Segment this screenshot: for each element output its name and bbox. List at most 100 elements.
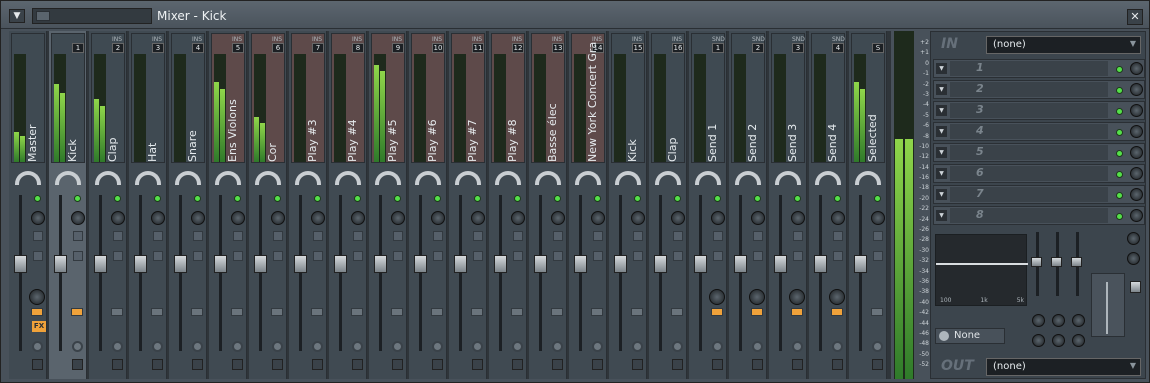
pan-knob[interactable]: [551, 211, 565, 225]
volume-fader-track[interactable]: [459, 195, 462, 351]
fx-slot-number[interactable]: 7: [950, 187, 1108, 202]
swap-button[interactable]: [433, 251, 443, 261]
clock-icon[interactable]: [472, 341, 483, 352]
swap-button[interactable]: [353, 251, 363, 261]
volume-fader-track[interactable]: [619, 195, 622, 351]
swap-button[interactable]: [233, 251, 243, 261]
volume-fader-cap[interactable]: [534, 255, 547, 273]
pan-knob[interactable]: [111, 211, 125, 225]
pan-knob[interactable]: [631, 211, 645, 225]
pan-knob[interactable]: [751, 211, 765, 225]
close-icon[interactable]: ✕: [1127, 9, 1143, 25]
mute-led[interactable]: [834, 195, 841, 202]
track-header[interactable]: S Selected: [851, 33, 885, 163]
swap-button[interactable]: [393, 251, 403, 261]
mute-led[interactable]: [594, 195, 601, 202]
pan-knob[interactable]: [871, 211, 885, 225]
swap-button[interactable]: [33, 251, 43, 261]
save-icon[interactable]: [232, 359, 243, 370]
pan-knob[interactable]: [591, 211, 605, 225]
title-bar[interactable]: ▼ Mixer - Kick ✕: [1, 1, 1149, 29]
send-level-knob[interactable]: [829, 289, 845, 305]
clock-icon[interactable]: [592, 341, 603, 352]
volume-fader-track[interactable]: [19, 195, 22, 351]
clock-icon[interactable]: [232, 341, 243, 352]
stereo-separation-arc[interactable]: [375, 171, 401, 185]
stereo-separation-arc[interactable]: [15, 171, 41, 185]
swap-button[interactable]: [633, 251, 643, 261]
mute-led[interactable]: [314, 195, 321, 202]
track-header[interactable]: INS 9 Play #5: [371, 33, 405, 163]
track-header[interactable]: INS 11 Play #7: [451, 33, 485, 163]
output-select[interactable]: (none) ▼: [986, 358, 1141, 376]
save-icon[interactable]: [552, 359, 563, 370]
mixer-track[interactable]: INS 5 Ens Violons: [209, 31, 247, 379]
route-button[interactable]: [831, 308, 843, 316]
pan-knob[interactable]: [191, 211, 205, 225]
volume-fader-cap[interactable]: [14, 255, 27, 273]
stereo-separation-arc[interactable]: [655, 171, 681, 185]
arrow-down-icon[interactable]: ▼: [936, 147, 947, 158]
volume-fader-track[interactable]: [59, 195, 62, 351]
fx-slot-enable-led[interactable]: [1116, 87, 1123, 94]
clock-icon[interactable]: [512, 341, 523, 352]
pan-knob[interactable]: [831, 211, 845, 225]
swap-button[interactable]: [673, 251, 683, 261]
stereo-button[interactable]: [273, 231, 283, 241]
volume-fader-cap[interactable]: [854, 255, 867, 273]
fx-slot-enable-led[interactable]: [1116, 213, 1123, 220]
mute-led[interactable]: [234, 195, 241, 202]
save-icon[interactable]: [72, 359, 83, 370]
fx-slot-number[interactable]: 1: [950, 61, 1108, 76]
route-button[interactable]: [511, 308, 523, 316]
track-header[interactable]: INS 8 Play #4: [331, 33, 365, 163]
save-icon[interactable]: [592, 359, 603, 370]
stereo-button[interactable]: [153, 231, 163, 241]
track-header[interactable]: SND 4 Send 4: [811, 33, 845, 163]
mute-led[interactable]: [154, 195, 161, 202]
mixer-track[interactable]: INS 12 Play #8: [489, 31, 527, 379]
mute-led[interactable]: [394, 195, 401, 202]
volume-fader-cap[interactable]: [614, 255, 627, 273]
clock-icon[interactable]: [312, 341, 323, 352]
mute-led[interactable]: [714, 195, 721, 202]
eq-graph[interactable]: 100 1k 5k: [935, 234, 1028, 306]
fx-slot-mix-knob[interactable]: [1130, 146, 1143, 159]
save-icon[interactable]: [432, 359, 443, 370]
mixer-track[interactable]: INS 6 Cor: [249, 31, 287, 379]
stereo-button[interactable]: [313, 231, 323, 241]
save-icon[interactable]: [712, 359, 723, 370]
mixer-track[interactable]: INS 15 Kick: [609, 31, 647, 379]
fx-slot-number[interactable]: 3: [950, 103, 1108, 118]
track-header[interactable]: INS 14 New York Concert Gra: [571, 33, 605, 163]
stereo-button[interactable]: [393, 231, 403, 241]
stereo-separation-arc[interactable]: [415, 171, 441, 185]
route-button[interactable]: [31, 308, 43, 316]
volume-fader-cap[interactable]: [134, 255, 147, 273]
arrow-down-icon[interactable]: ▼: [936, 105, 947, 116]
stereo-button[interactable]: [753, 231, 763, 241]
stereo-separation-arc[interactable]: [135, 171, 161, 185]
mixer-track[interactable]: S Selected: [849, 31, 887, 379]
pan-knob[interactable]: [311, 211, 325, 225]
fx-slot-number[interactable]: 2: [950, 82, 1108, 97]
stereo-separation-arc[interactable]: [55, 171, 81, 185]
window-grip[interactable]: [32, 8, 152, 24]
track-header[interactable]: INS 13 Basse élec: [531, 33, 565, 163]
mute-led[interactable]: [474, 195, 481, 202]
arrow-down-icon[interactable]: ▼: [936, 189, 947, 200]
mute-led[interactable]: [634, 195, 641, 202]
volume-slider-cap[interactable]: [1130, 281, 1141, 293]
stereo-separation-arc[interactable]: [295, 171, 321, 185]
track-header[interactable]: INS 4 Snare: [171, 33, 205, 163]
fx-slot-enable-led[interactable]: [1116, 192, 1123, 199]
save-icon[interactable]: [32, 359, 43, 370]
volume-fader-cap[interactable]: [734, 255, 747, 273]
pan-knob[interactable]: [71, 211, 85, 225]
swap-button[interactable]: [713, 251, 723, 261]
mixer-track[interactable]: SND 4 Send 4: [809, 31, 847, 379]
clock-icon[interactable]: [752, 341, 763, 352]
stereo-separation-arc[interactable]: [775, 171, 801, 185]
stereo-button[interactable]: [193, 231, 203, 241]
fx-slot[interactable]: ▼ 7: [933, 185, 1145, 204]
